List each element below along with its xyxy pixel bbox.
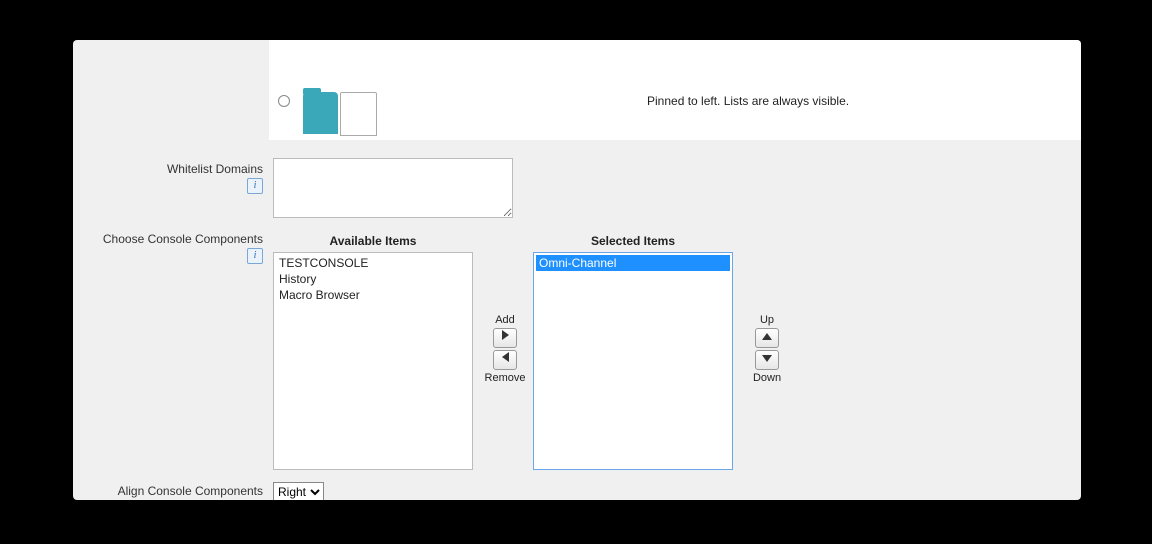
whitelist-domains-textarea[interactable]: [273, 158, 513, 218]
layout-preview-pinned-left: [303, 92, 377, 136]
add-button[interactable]: [493, 328, 517, 348]
list-item[interactable]: Macro Browser: [276, 287, 470, 303]
info-icon[interactable]: i: [247, 178, 263, 194]
list-item[interactable]: History: [276, 271, 470, 287]
choose-console-components-label: Choose Console Components: [73, 232, 263, 246]
arrow-left-icon: [502, 352, 509, 362]
settings-panel: Pinned to left. Lists are always visible…: [73, 40, 1081, 500]
arrow-right-icon: [502, 330, 509, 340]
remove-button[interactable]: [493, 350, 517, 370]
down-label: Down: [739, 372, 795, 384]
down-button[interactable]: [755, 350, 779, 370]
selected-items-listbox[interactable]: Omni-Channel: [533, 252, 733, 470]
preview-empty-pane: [340, 92, 377, 136]
layout-option-row: Pinned to left. Lists are always visible…: [269, 92, 1071, 138]
add-remove-controls: Add Remove: [477, 312, 533, 386]
arrow-down-icon: [762, 355, 772, 362]
arrow-up-icon: [762, 333, 772, 340]
add-label: Add: [477, 314, 533, 326]
layout-radio-pinned-left[interactable]: [278, 95, 290, 107]
align-console-components-select[interactable]: RightLeft: [273, 482, 324, 500]
align-console-components-label: Align Console Components: [73, 484, 263, 498]
preview-filled-pane: [303, 92, 338, 134]
layout-option-description: Pinned to left. Lists are always visible…: [647, 94, 849, 108]
up-label: Up: [739, 314, 795, 326]
preview-tab: [303, 88, 321, 94]
list-item[interactable]: Omni-Channel: [536, 255, 730, 271]
up-button[interactable]: [755, 328, 779, 348]
available-items-listbox[interactable]: TESTCONSOLEHistoryMacro Browser: [273, 252, 473, 470]
whitelist-domains-label: Whitelist Domains: [73, 162, 263, 176]
list-item[interactable]: TESTCONSOLE: [276, 255, 470, 271]
info-icon[interactable]: i: [247, 248, 263, 264]
remove-label: Remove: [477, 372, 533, 384]
selected-items-header: Selected Items: [533, 234, 733, 248]
available-items-header: Available Items: [273, 234, 473, 248]
up-down-controls: Up Down: [739, 312, 795, 386]
